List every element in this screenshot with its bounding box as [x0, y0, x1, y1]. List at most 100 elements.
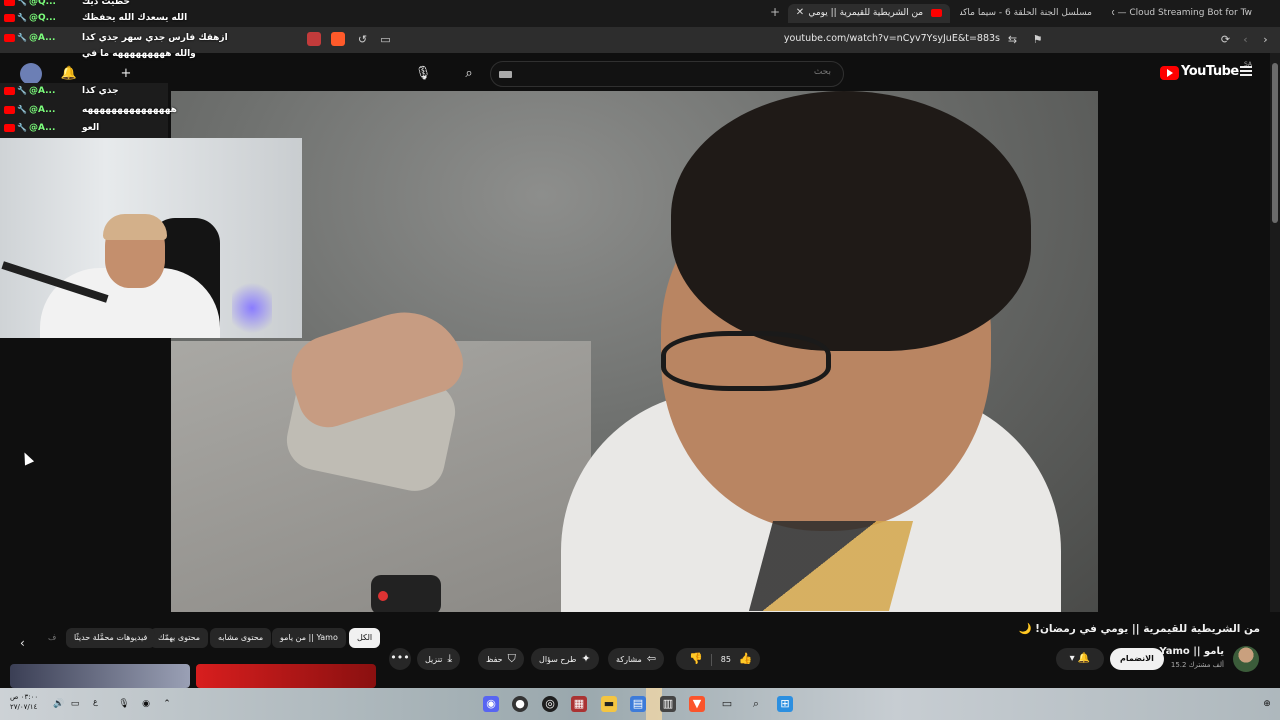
keyboard-icon[interactable]: [499, 71, 512, 78]
url-field[interactable]: youtube.com/watch?v=nCyv7YsyJuE&t=883s: [780, 33, 1000, 44]
sparkle-icon: ✦: [581, 652, 591, 665]
volume-icon[interactable]: 🔊: [52, 697, 66, 711]
new-tab-icon[interactable]: +: [768, 5, 782, 19]
chip-related[interactable]: محتوى مشابه: [210, 628, 272, 648]
share-label: مشاركة: [616, 655, 642, 664]
like-dislike-group: 👎 85 👍: [676, 648, 760, 670]
chat-message: 🔧 @A... ازهقك فارس جدي سهر جذي كدا: [4, 30, 228, 46]
video-thumbnail[interactable]: [196, 664, 376, 688]
youtube-icon: [4, 106, 15, 114]
site-settings-icon[interactable]: ⇆: [1005, 32, 1020, 47]
like-icon[interactable]: 👍: [739, 652, 753, 665]
dislike-icon[interactable]: 👎: [689, 652, 703, 665]
video-info-bar: من الشريطية للقيمرية || يومي في رمضان! 🌙…: [0, 612, 1280, 688]
chip-recently-uploaded[interactable]: فيديوهات محمَّلة حديثًا: [66, 628, 156, 648]
youtube-icon: [4, 124, 15, 132]
channel-name[interactable]: Yamo || يامو: [1159, 646, 1224, 657]
reload-icon[interactable]: ⟳: [1218, 32, 1233, 47]
channel-avatar[interactable]: [1233, 646, 1259, 672]
notification-bell-button[interactable]: ▾ 🔔: [1056, 648, 1104, 670]
close-tab-icon[interactable]: ✕: [793, 6, 807, 20]
more-actions-icon[interactable]: •••: [389, 648, 411, 670]
chat-text: والله هههههههههه ما في: [82, 49, 196, 59]
forward-icon[interactable]: ›: [1258, 32, 1273, 47]
tab-cima[interactable]: مسلسل الجنة الحلقة 6 - سيما ماكس: [960, 4, 1100, 23]
youtube-icon: [4, 14, 15, 22]
search-input[interactable]: بحث: [490, 61, 844, 87]
reader-mode-icon[interactable]: ▭: [378, 32, 393, 47]
video-title: من الشريطية للقيمرية || يومي في رمضان! 🌙: [1018, 623, 1260, 635]
chat-text: ازهقك فارس جدي سهر جذي كدا: [82, 33, 228, 43]
voice-search-icon[interactable]: 🎙: [412, 63, 434, 85]
chat-username: @A...: [29, 33, 56, 43]
youtube-icon: [4, 0, 15, 6]
extension-icon[interactable]: [307, 32, 321, 46]
moderator-icon: 🔧: [17, 123, 27, 132]
mic-tray-icon[interactable]: 🎙: [117, 697, 131, 711]
chip-partial[interactable]: ف: [40, 628, 64, 648]
video-frame-shirt-print: [748, 521, 914, 611]
back-icon[interactable]: ‹: [1238, 32, 1253, 47]
taskbar-clock[interactable]: ٠٣:٠٠ ص ٢٧/٠٧/١٤: [10, 692, 50, 712]
moderator-icon: 🔧: [17, 105, 27, 114]
channel-subscribers: 15.2 ألف مشترك: [1170, 661, 1224, 669]
start-windows-icon[interactable]: ⊞: [777, 696, 793, 712]
chat-username: @A...: [29, 86, 56, 96]
brave-browser-icon[interactable]: ▼: [689, 696, 705, 712]
chips-prev-icon[interactable]: ‹: [20, 636, 25, 650]
discord-tray-icon[interactable]: ◉: [139, 697, 153, 711]
tab-label: من الشريطية للقيمرية || يومي: [808, 8, 924, 18]
show-hidden-icons[interactable]: ⌃: [160, 697, 174, 711]
chat-username: @A...: [29, 105, 56, 115]
brave-shields-icon[interactable]: [331, 32, 345, 46]
chip-from-channel[interactable]: من يامو || Yamo: [272, 628, 346, 648]
tab-botrix[interactable]: BotRix — Cloud Streaming Bot for Tw: [1112, 4, 1260, 23]
file-explorer-icon[interactable]: ▬: [601, 696, 617, 712]
save-icon: ⛉: [507, 652, 516, 665]
input-language[interactable]: ع: [93, 697, 98, 706]
search-icon[interactable]: ⌕: [458, 63, 480, 85]
task-view-icon[interactable]: ▭: [719, 696, 735, 712]
chat-username: @Q...: [29, 13, 56, 23]
download-label: تنزيل: [425, 655, 443, 664]
history-icon[interactable]: ↺: [355, 32, 370, 47]
webcam-streamer-cap: [103, 214, 167, 240]
search-taskbar-icon[interactable]: ⌕: [748, 696, 764, 712]
tab-youtube-active[interactable]: من الشريطية للقيمرية || يومي: [788, 4, 950, 23]
share-button[interactable]: مشاركة ⇦: [608, 648, 665, 670]
scrollbar-thumb[interactable]: [1272, 63, 1278, 223]
bookmark-icon[interactable]: ⚑: [1030, 32, 1045, 47]
download-button[interactable]: تنزيل ⤓: [417, 648, 461, 670]
video-thumbnail[interactable]: [10, 664, 190, 688]
moderator-icon: 🔧: [17, 13, 27, 22]
youtube-icon: [4, 34, 15, 42]
chip-for-you[interactable]: محتوى يهمّك: [150, 628, 209, 648]
join-button[interactable]: الانضمام: [1110, 648, 1164, 670]
video-player[interactable]: [171, 91, 1098, 612]
like-divider: [711, 653, 713, 666]
youtube-play-icon: [1160, 66, 1179, 80]
obs-icon[interactable]: ●: [512, 696, 528, 712]
tray-right-icon[interactable]: ⊕: [1260, 697, 1274, 711]
store-icon[interactable]: ▤: [630, 696, 646, 712]
search-placeholder: بحث: [813, 67, 831, 77]
ask-button[interactable]: طرح سؤال ✦: [531, 648, 599, 670]
clock-date: ٢٧/٠٧/١٤: [10, 703, 38, 711]
chat-username: @A...: [29, 123, 56, 133]
like-count[interactable]: 85: [721, 655, 731, 664]
terminal-icon[interactable]: ▥: [660, 696, 676, 712]
discord-icon[interactable]: ◉: [483, 696, 499, 712]
tab-label: مسلسل الجنة الحلقة 6 - سيما ماكس: [960, 8, 1092, 18]
chat-text: الله يسعدك الله يحفظك: [82, 13, 188, 23]
save-button[interactable]: حفظ ⛉: [478, 648, 524, 670]
save-label: حفظ: [486, 655, 503, 664]
page-scrollbar[interactable]: [1270, 53, 1280, 683]
moderator-icon: 🔧: [17, 33, 27, 42]
network-icon[interactable]: ▭: [68, 697, 82, 711]
chat-text: حظيت ذيك: [82, 0, 130, 7]
app-icon[interactable]: ▦: [571, 696, 587, 712]
chip-all[interactable]: الكل: [349, 628, 381, 648]
steam-icon[interactable]: ◎: [542, 696, 558, 712]
youtube-favicon-icon: [931, 8, 942, 17]
chat-message: 🔧 @A... هههههههههههههههه: [4, 102, 177, 118]
